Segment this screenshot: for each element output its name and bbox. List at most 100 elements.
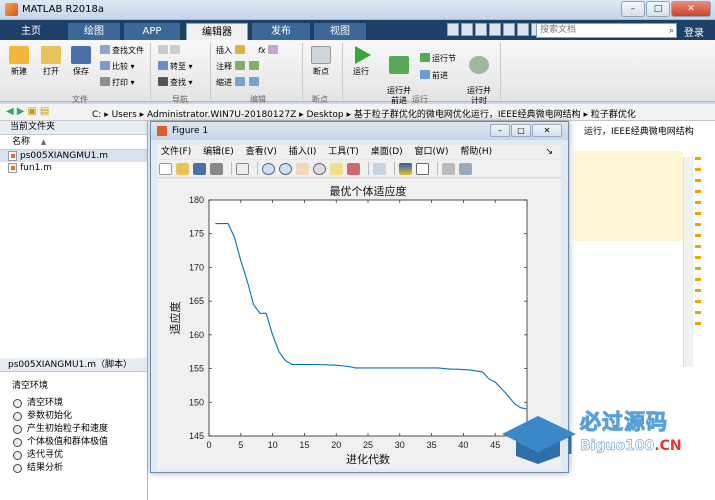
breadcrumb-segment[interactable]: Desktop [307, 110, 344, 120]
run-section-label: 运行节 [432, 54, 456, 63]
figure-close-button[interactable]: ✕ [532, 124, 562, 137]
new-button[interactable]: 新建 [6, 46, 32, 77]
redo-icon[interactable] [517, 23, 529, 36]
watermark-tld: .CN [654, 438, 682, 454]
menu-file[interactable]: 文件(F) [161, 145, 191, 159]
save-figure-icon[interactable] [193, 162, 206, 175]
print-button[interactable]: 打印 ▾ [100, 77, 135, 88]
colorbar-icon[interactable] [399, 162, 412, 175]
breadcrumb-segment[interactable]: 基于粒子群优化的微电网优化运行，IEEE经典微电网结构 [354, 110, 581, 120]
file-item[interactable]: fun1.m [0, 162, 147, 174]
show-plot-tools-icon[interactable] [459, 162, 472, 175]
new-figure-icon[interactable] [159, 162, 172, 175]
menu-edit[interactable]: 编辑(E) [203, 145, 234, 159]
open-button[interactable]: 打开 [38, 46, 64, 77]
search-icon[interactable]: ⌕ [669, 25, 674, 38]
copy-icon[interactable] [475, 23, 487, 36]
link-plot-icon[interactable] [373, 162, 386, 175]
tab-plots[interactable]: 绘图 [68, 23, 120, 40]
back-icon[interactable]: ◀ [6, 106, 14, 117]
tab-apps[interactable]: APP [124, 23, 180, 40]
compare-button[interactable]: 比较 ▾ [100, 61, 135, 72]
code-section-item[interactable]: 清空环境 [0, 397, 147, 410]
tab-editor[interactable]: 编辑器 [186, 23, 248, 40]
column-header-name[interactable]: 名称 ▲ [0, 135, 147, 150]
cut-icon[interactable] [461, 23, 473, 36]
breadcrumb: C: ▸ Users ▸ Administrator.WIN7U-2018012… [92, 110, 636, 120]
breadcrumb-segment[interactable]: Administrator.WIN7U-20180127Z [147, 110, 296, 120]
breadcrumb-segment[interactable]: 粒子群优化 [591, 110, 636, 120]
figure-title-bar[interactable]: Figure 1 – □ ✕ [151, 122, 568, 140]
window-controls: – □ ✕ [621, 1, 711, 17]
pan-hand-icon[interactable] [296, 162, 309, 175]
menu-desktop[interactable]: 桌面(D) [371, 145, 403, 159]
breadcrumb-segment[interactable]: C: [92, 110, 101, 120]
editor-scrollbar[interactable] [683, 157, 693, 367]
run-and-time-button[interactable]: 运行并 计时 [464, 46, 494, 106]
compare-icon [100, 61, 110, 70]
save-button[interactable]: 保存 [68, 46, 94, 77]
fx-button[interactable]: fx [258, 45, 280, 55]
tab-home[interactable]: 主页 [6, 23, 56, 40]
zoom-in-icon[interactable] [262, 162, 275, 175]
menu-help[interactable]: 帮助(H) [460, 145, 492, 159]
run-button[interactable]: 运行 [348, 46, 374, 77]
edit-plot-arrow-icon[interactable] [236, 162, 249, 175]
watermark-cn-text: 必过源码 [580, 410, 668, 435]
dock-arrow-icon[interactable]: ↘ [545, 145, 553, 159]
tab-publish[interactable]: 发布 [252, 23, 310, 40]
print-figure-icon[interactable] [210, 162, 223, 175]
insert-button[interactable]: 插入 [216, 45, 247, 56]
code-section-item[interactable]: 迭代寻优 [0, 449, 147, 462]
file-name: fun1.m [20, 163, 52, 173]
menu-window[interactable]: 窗口(W) [415, 145, 449, 159]
figure-maximize-button[interactable]: □ [511, 124, 531, 137]
figure-minimize-button[interactable]: – [490, 124, 510, 137]
code-section-item[interactable]: 个体极值和群体极值 [0, 436, 147, 449]
tab-view[interactable]: 视图 [314, 23, 366, 40]
title-bar: MATLAB R2018a – □ ✕ [0, 0, 715, 20]
open-file-icon[interactable] [176, 162, 189, 175]
goto-button[interactable]: 转至 ▾ [158, 61, 193, 72]
code-section-item[interactable]: 结果分析 [0, 462, 147, 475]
maximize-button[interactable]: □ [646, 1, 670, 17]
paste-icon[interactable] [489, 23, 501, 36]
hide-plot-tools-icon[interactable] [442, 162, 455, 175]
comment-button[interactable]: 注释 [216, 61, 261, 72]
data-cursor-icon[interactable] [330, 162, 343, 175]
advance-button[interactable]: 前进 [420, 70, 448, 81]
rotate-3d-icon[interactable] [313, 162, 326, 175]
app-title: MATLAB R2018a [22, 4, 105, 15]
binoculars-icon [158, 77, 168, 86]
legend-icon[interactable] [416, 162, 429, 175]
find-files-button[interactable]: 查找文件 [100, 45, 144, 56]
up-folder-icon[interactable]: ▣ [27, 106, 36, 117]
run-section-button[interactable]: 运行节 [420, 53, 456, 64]
save-icon[interactable] [447, 23, 459, 36]
figure-menu-bar: 文件(F) 编辑(E) 查看(V) 插入(I) 工具(T) 桌面(D) 窗口(W… [157, 145, 561, 159]
breadcrumb-segment[interactable]: Users [112, 110, 137, 120]
nav-back-forward[interactable] [158, 45, 182, 55]
forward-icon[interactable]: ▶ [17, 106, 25, 117]
login-link[interactable]: 登录 [684, 24, 704, 39]
menu-view[interactable]: 查看(V) [246, 145, 277, 159]
indent-button[interactable]: 缩进 [216, 77, 261, 88]
file-item[interactable]: ps005XIANGMU1.m [0, 150, 147, 162]
close-button[interactable]: ✕ [671, 1, 711, 17]
brush-icon[interactable] [347, 162, 360, 175]
menu-insert[interactable]: 插入(I) [289, 145, 317, 159]
forward-arrow-icon [170, 45, 180, 54]
find-button[interactable]: 查找 ▾ [158, 77, 193, 88]
undo-icon[interactable] [503, 23, 515, 36]
search-input[interactable]: 搜索文档 ⌕ [536, 23, 677, 38]
breakpoints-button[interactable]: 断点 [308, 46, 334, 77]
code-section-item[interactable]: 参数初始化 [0, 410, 147, 423]
x-tick-label: 0 [206, 440, 211, 450]
x-tick-label: 5 [238, 440, 243, 450]
minimize-button[interactable]: – [621, 1, 645, 17]
zoom-out-icon[interactable] [279, 162, 292, 175]
menu-tools[interactable]: 工具(T) [328, 145, 359, 159]
code-section-item[interactable]: 产生初始粒子和速度 [0, 423, 147, 436]
code-analyzer-marks [695, 157, 701, 387]
browse-folder-icon[interactable]: ▤ [40, 106, 49, 117]
